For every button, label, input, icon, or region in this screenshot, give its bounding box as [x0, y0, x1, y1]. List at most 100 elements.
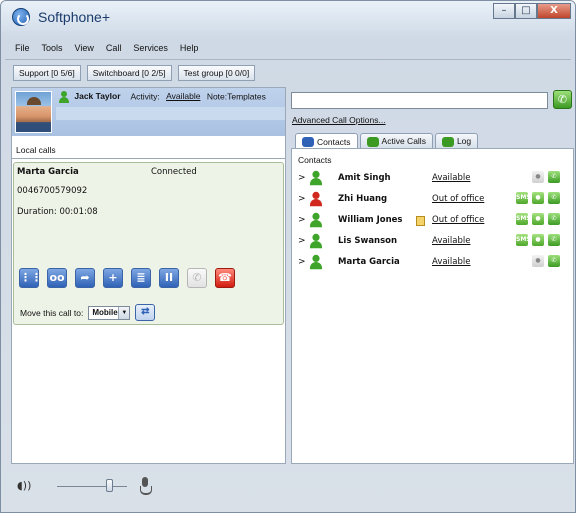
user-presence-icon: [58, 91, 70, 103]
softphone-logo-icon: [12, 8, 30, 26]
contact-status-link[interactable]: Available: [432, 236, 470, 246]
microphone-icon[interactable]: [139, 477, 152, 495]
hold-button[interactable]: II: [159, 268, 179, 288]
menu-services[interactable]: Services: [133, 43, 168, 53]
contact-actions: SMS ● ✆: [516, 192, 560, 204]
call-icon[interactable]: ✆: [548, 234, 560, 246]
log-icon: [441, 136, 454, 147]
left-panel: Jack Taylor Activity: Available Note:Tem…: [11, 87, 286, 464]
transfer-arrows-icon: ⇄: [141, 306, 150, 317]
chevron-down-icon[interactable]: ▼: [118, 306, 130, 319]
window-controls: – □ X: [493, 3, 571, 19]
transfer-icon: ➦: [80, 271, 90, 284]
local-calls-title: Local calls: [16, 145, 56, 155]
menu-call[interactable]: Call: [106, 43, 122, 53]
menu-view[interactable]: View: [75, 43, 94, 53]
menu-tools[interactable]: Tools: [42, 43, 63, 53]
keypad-button[interactable]: ⋮⋮: [19, 268, 42, 288]
group-button[interactable]: Support [0 5/6]: [13, 65, 81, 81]
call-icon[interactable]: ✆: [548, 171, 560, 183]
phone-icon: ✆: [557, 93, 568, 106]
expand-chevron-icon[interactable]: >: [298, 236, 306, 246]
sms-icon[interactable]: SMS: [516, 213, 531, 225]
chat-icon[interactable]: ●: [532, 192, 544, 204]
tab-log[interactable]: Log: [434, 133, 479, 149]
keypad-icon: ⋮⋮: [20, 271, 42, 284]
sms-icon[interactable]: SMS: [516, 234, 531, 246]
right-area: ✆ Advanced Call Options... Contacts Activ…: [290, 87, 575, 467]
contact-status-link[interactable]: Available: [432, 173, 470, 183]
volume-slider-thumb[interactable]: [105, 479, 113, 492]
contact-presence-icon: [309, 212, 323, 228]
call-status: Connected: [151, 167, 197, 177]
note-icon: [416, 216, 425, 226]
title-bar: Softphone+ – □ X: [1, 1, 575, 31]
contacts-panel: Contacts > Amit Singh Available ● ✆ > Zhi Huan…: [291, 148, 574, 464]
activity-link[interactable]: Available: [166, 91, 200, 101]
transfer-button[interactable]: ➦: [75, 268, 95, 288]
move-call-row: Move this call to: Mobile ▼ ⇄: [20, 304, 156, 321]
contacts-icon: [302, 137, 314, 147]
contact-name: Amit Singh: [338, 173, 391, 183]
answer-button: ✆: [187, 268, 207, 288]
contact-row[interactable]: > Marta Garcia Available ● ✆: [298, 254, 568, 271]
park-call-button[interactable]: ≣: [131, 268, 151, 288]
contact-row[interactable]: > William Jones Out of office SMS ● ✆: [298, 212, 568, 229]
call-number: 0046700579092: [17, 186, 88, 196]
menu-bar: File Tools View Call Services Help: [15, 43, 198, 53]
speaker-icon[interactable]: ◖)): [17, 479, 39, 493]
maximize-button[interactable]: □: [515, 3, 537, 19]
user-note[interactable]: Note:Templates: [207, 91, 266, 101]
contact-row[interactable]: > Zhi Huang Out of office SMS ● ✆: [298, 191, 568, 208]
close-button[interactable]: X: [537, 3, 571, 19]
minimize-button[interactable]: –: [493, 3, 515, 19]
expand-chevron-icon[interactable]: >: [298, 194, 306, 204]
answer-icon: ✆: [192, 271, 202, 284]
chat-icon[interactable]: ●: [532, 171, 544, 183]
contact-status-link[interactable]: Available: [432, 257, 470, 267]
volume-slider-track[interactable]: [57, 486, 127, 487]
call-duration: Duration: 00:01:08: [17, 207, 98, 217]
group-button[interactable]: Switchboard [0 2/5]: [86, 65, 172, 81]
contact-status-link[interactable]: Out of office: [432, 215, 484, 225]
local-calls-divider: [12, 158, 285, 159]
menu-help[interactable]: Help: [180, 43, 199, 53]
call-name: Marta Garcia: [17, 167, 79, 177]
chat-icon[interactable]: ●: [532, 255, 544, 267]
advanced-call-options-link[interactable]: Advanced Call Options...: [292, 115, 386, 125]
menu-divider: [5, 59, 571, 60]
menu-file[interactable]: File: [15, 43, 30, 53]
contact-row[interactable]: > Lis Swanson Available SMS ● ✆: [298, 233, 568, 250]
contact-presence-icon: [309, 233, 323, 249]
dial-button[interactable]: ✆: [553, 90, 572, 109]
hangup-button[interactable]: ☎: [215, 268, 235, 288]
group-bar: Support [0 5/6] Switchboard [0 2/5] Test g…: [13, 65, 256, 81]
tab-active-calls[interactable]: Active Calls: [359, 133, 433, 149]
contact-actions: SMS ● ✆: [516, 234, 560, 246]
contacts-heading: Contacts: [298, 155, 332, 165]
contact-row[interactable]: > Amit Singh Available ● ✆: [298, 170, 568, 187]
sms-icon[interactable]: SMS: [516, 192, 531, 204]
chat-icon[interactable]: ●: [532, 234, 544, 246]
voicemail-button[interactable]: oo: [47, 268, 67, 288]
user-name: Jack Taylor: [74, 91, 121, 102]
expand-chevron-icon[interactable]: >: [298, 173, 306, 183]
user-status-line: Jack Taylor Activity: Available Note:Tem…: [58, 91, 266, 103]
expand-chevron-icon[interactable]: >: [298, 215, 306, 225]
call-icon[interactable]: ✆: [548, 192, 560, 204]
call-icon[interactable]: ✆: [548, 255, 560, 267]
move-call-button[interactable]: ⇄: [135, 304, 156, 321]
call-controls: ⋮⋮ oo ➦ + ≣ II ✆ ☎: [19, 268, 235, 288]
hold-icon: II: [164, 271, 174, 284]
move-call-select[interactable]: Mobile ▼: [88, 305, 131, 320]
contact-name: Lis Swanson: [338, 236, 398, 246]
group-button[interactable]: Test group [0 0/0]: [177, 65, 256, 81]
chat-icon[interactable]: ●: [532, 213, 544, 225]
expand-chevron-icon[interactable]: >: [298, 257, 306, 267]
tab-label: Active Calls: [381, 136, 426, 146]
app-title: Softphone+: [38, 9, 111, 25]
dial-input[interactable]: [291, 92, 548, 109]
add-call-button[interactable]: +: [103, 268, 123, 288]
contact-status-link[interactable]: Out of office: [432, 194, 484, 204]
call-icon[interactable]: ✆: [548, 213, 560, 225]
